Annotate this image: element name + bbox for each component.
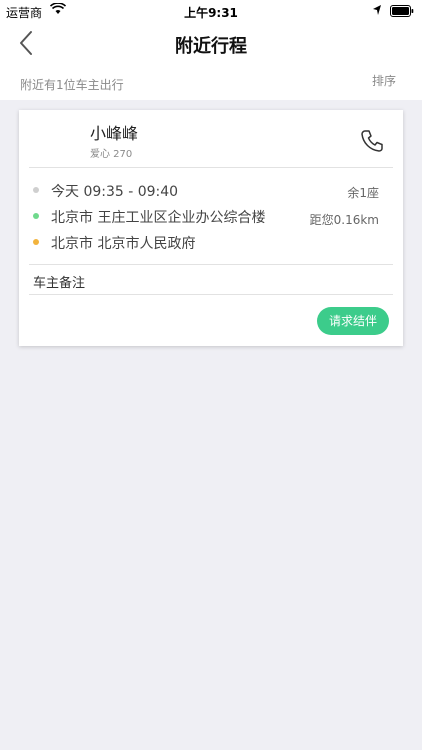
request-join-button[interactable]: 请求结伴 (317, 307, 389, 335)
battery-icon (390, 5, 414, 17)
divider (29, 264, 393, 265)
origin-dot (33, 213, 39, 219)
sub-header: 附近有1位车主出行 排序 (0, 66, 422, 100)
status-bar: 运营商 上午9:31 (0, 0, 422, 22)
location-arrow-icon (373, 5, 381, 15)
distance-text: 距您0.16km (309, 213, 379, 227)
seats-left: 余1座 (347, 186, 379, 200)
divider (29, 167, 393, 168)
phone-icon[interactable] (359, 128, 385, 154)
sort-button[interactable]: 排序 (372, 72, 396, 89)
love-points: 爱心 270 (90, 149, 133, 160)
divider (29, 294, 393, 295)
trip-card[interactable]: 小峰峰 爱心 270 今天 09:35 - 09:40 余1座 北京市 王庄工业… (19, 110, 403, 346)
status-time: 上午9:31 (184, 6, 238, 20)
driver-name: 小峰峰 (90, 124, 139, 143)
trip-time: 今天 09:35 - 09:40 (51, 184, 179, 200)
destination-address: 北京市 北京市人民政府 (51, 236, 196, 252)
page-title: 附近行程 (175, 36, 247, 57)
driver-remark-label: 车主备注 (33, 276, 86, 291)
destination-dot (33, 239, 39, 245)
navigation-bar: 附近行程 (0, 22, 422, 66)
origin-address: 北京市 王庄工业区企业办公综合楼 (51, 210, 266, 226)
time-dot (33, 187, 39, 193)
driver-count-text: 附近有1位车主出行 (20, 78, 124, 92)
